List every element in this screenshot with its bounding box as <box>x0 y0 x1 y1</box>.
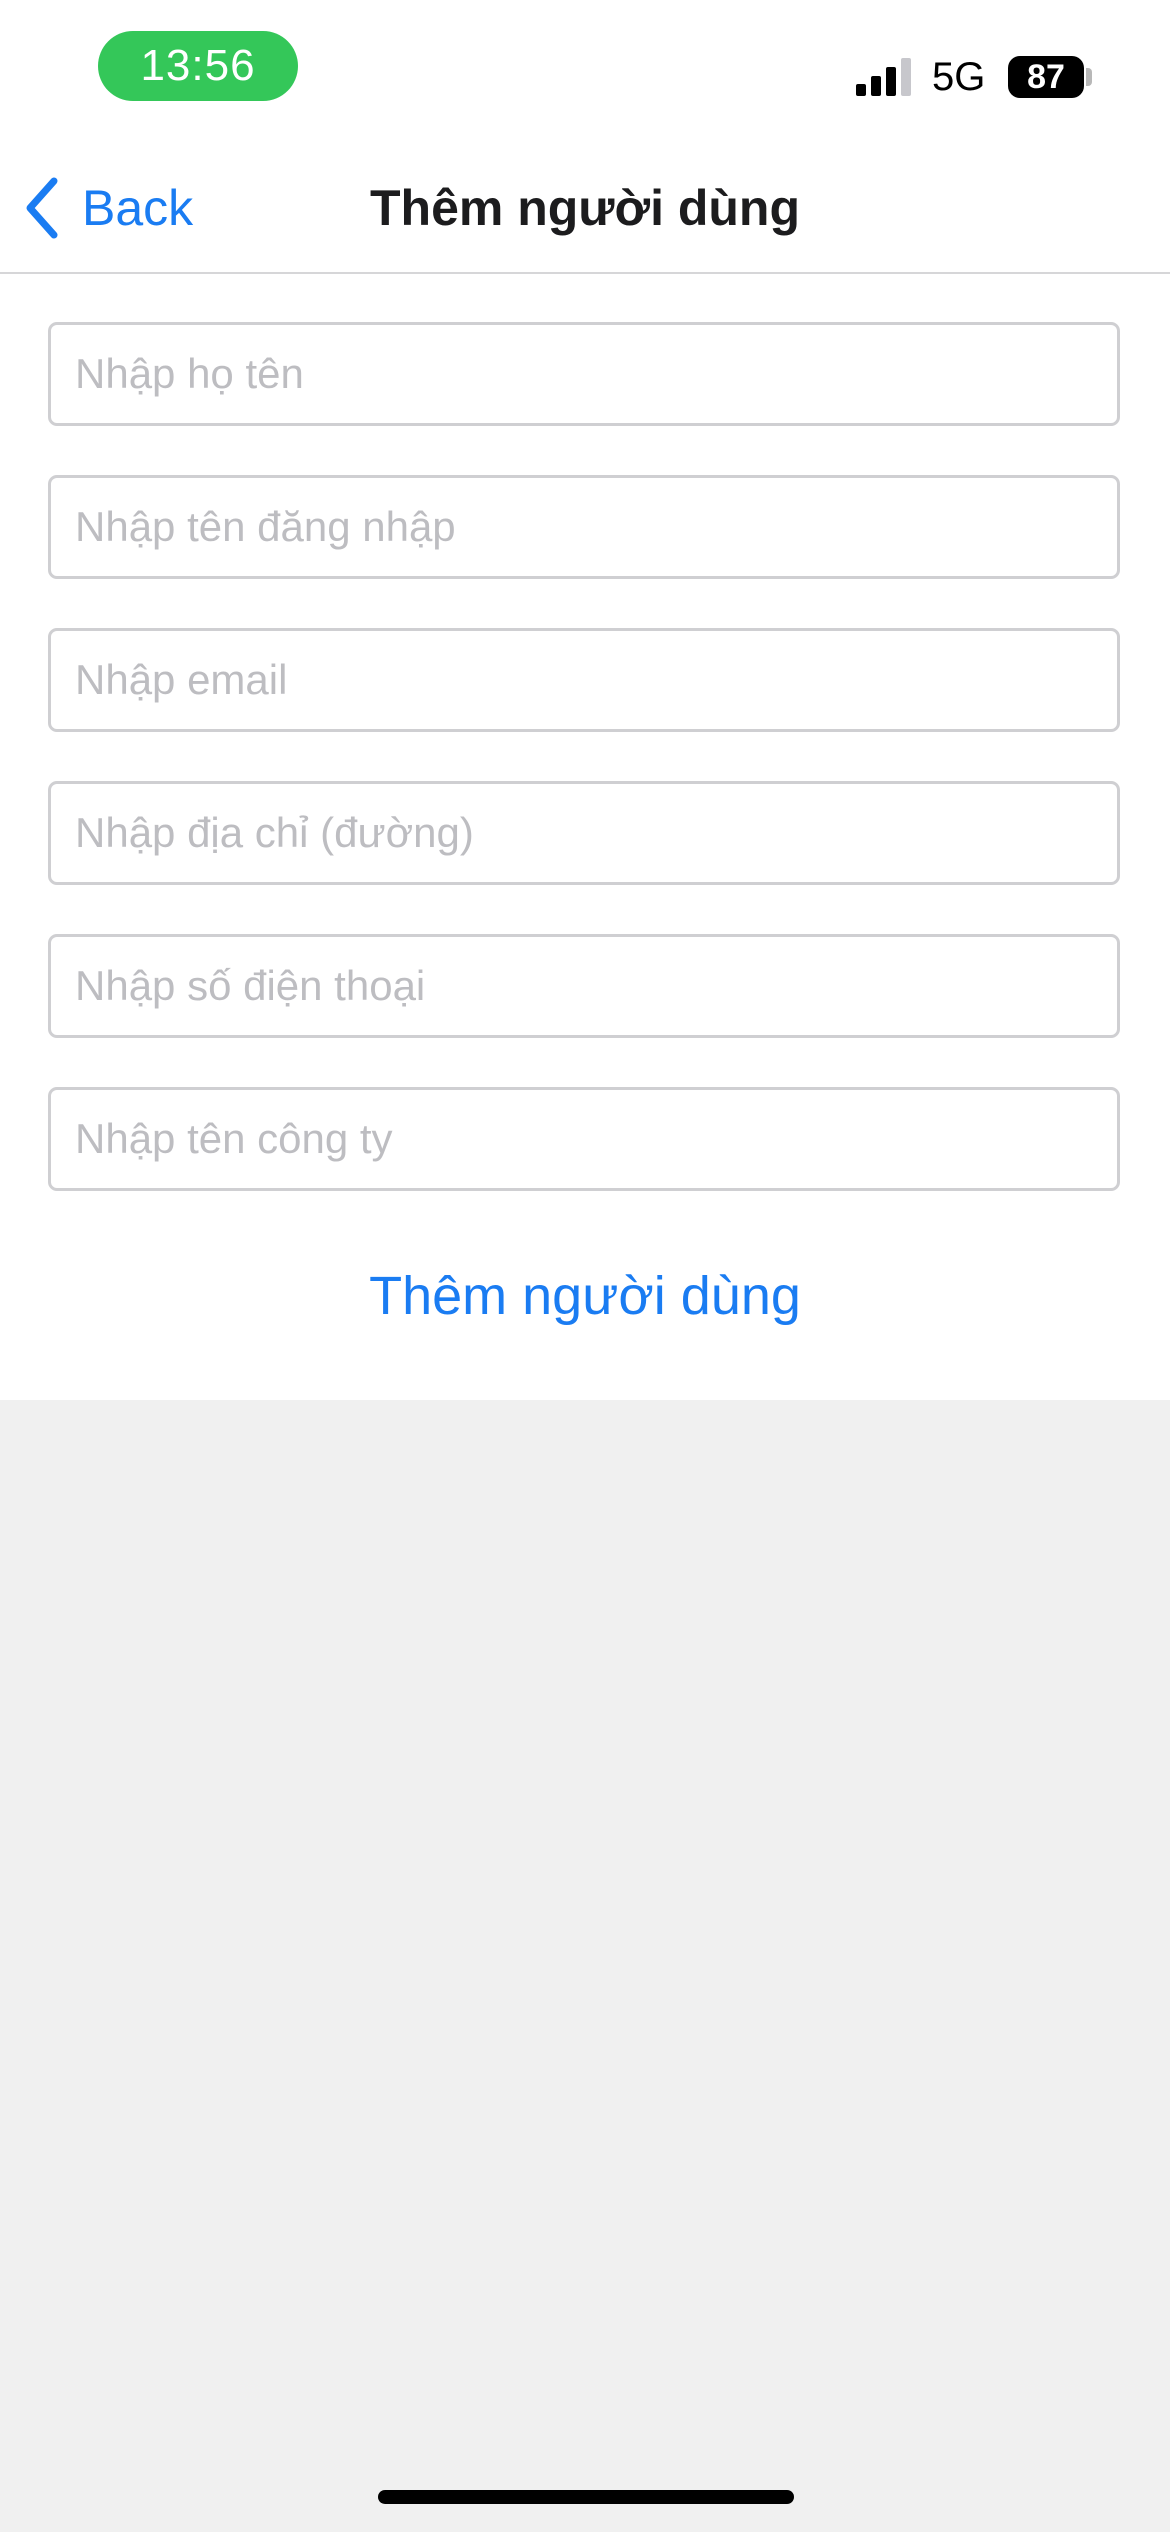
battery-icon: 87 <box>1008 56 1084 98</box>
cellular-signal-icon <box>856 58 911 96</box>
phone-number-input[interactable] <box>48 934 1120 1038</box>
email-input[interactable] <box>48 628 1120 732</box>
username-input[interactable] <box>48 475 1120 579</box>
nav-divider <box>0 272 1170 274</box>
home-indicator[interactable] <box>378 2490 794 2504</box>
content-area: 13:56 5G 87 Thêm người dùng Back Thêm ng… <box>0 0 1170 1400</box>
back-label: Back <box>82 180 194 236</box>
back-button[interactable]: Back <box>22 170 193 246</box>
battery-percent: 87 <box>1027 58 1065 96</box>
network-type: 5G <box>932 55 986 99</box>
status-time[interactable]: 13:56 <box>98 31 298 101</box>
add-user-button[interactable]: Thêm người dùng <box>0 1256 1170 1336</box>
battery-cap <box>1086 68 1092 86</box>
company-name-input[interactable] <box>48 1087 1120 1191</box>
street-address-input[interactable] <box>48 781 1120 885</box>
chevron-left-icon <box>26 177 58 239</box>
full-name-input[interactable] <box>48 322 1120 426</box>
